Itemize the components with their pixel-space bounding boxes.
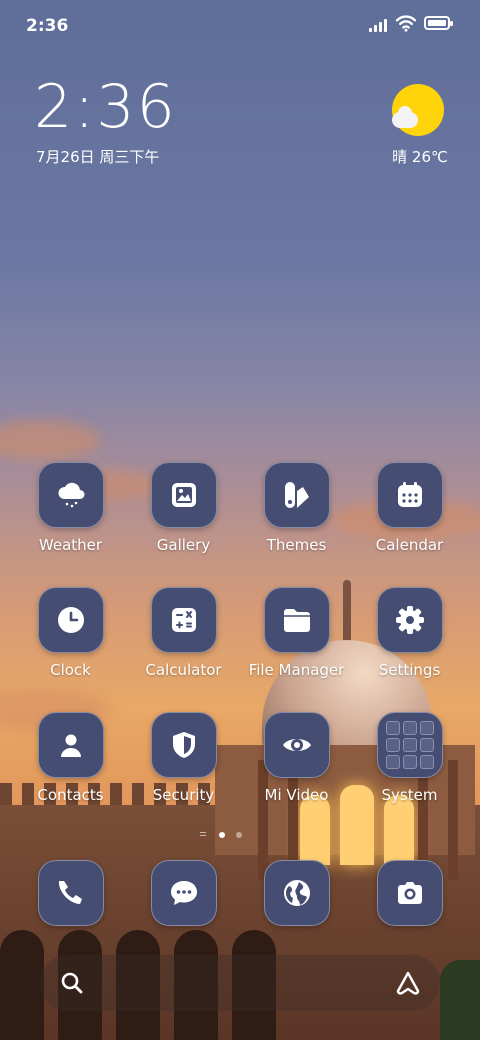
app-label: Calculator <box>145 661 222 679</box>
folder-grid-icon <box>386 721 434 769</box>
app-system-folder[interactable]: System <box>353 712 466 822</box>
status-bar: 2:36 <box>0 0 480 50</box>
app-label: Weather <box>38 536 103 554</box>
app-calendar[interactable]: Calendar <box>353 462 466 572</box>
app-label: Themes <box>266 536 327 554</box>
app-label: Calendar <box>375 536 444 554</box>
clock-icon <box>58 607 84 633</box>
search-icon[interactable] <box>60 971 84 995</box>
message-icon <box>171 881 197 905</box>
app-label: Mi Video <box>264 786 329 804</box>
page-dot <box>236 832 242 838</box>
phone-icon <box>58 881 82 904</box>
weather-icon <box>58 482 85 508</box>
app-weather[interactable]: Weather <box>14 462 127 572</box>
app-file-manager[interactable]: File Manager <box>240 587 353 697</box>
cloud-icon <box>392 106 418 128</box>
gallery-icon <box>172 483 196 507</box>
app-contacts[interactable]: Contacts <box>14 712 127 822</box>
app-settings[interactable]: Settings <box>353 587 466 697</box>
app-label: Gallery <box>156 536 211 554</box>
app-label: Clock <box>50 661 91 679</box>
status-time: 2:36 <box>26 16 69 36</box>
app-gallery[interactable]: Gallery <box>127 462 240 572</box>
app-label: Contacts <box>37 786 104 804</box>
dock-browser[interactable] <box>240 860 353 926</box>
eye-icon <box>283 739 311 751</box>
battery-icon <box>424 16 453 30</box>
weather-widget-text: 晴 26℃ <box>392 148 448 166</box>
clock-widget-time[interactable]: 2:36 <box>34 72 177 142</box>
app-mi-video[interactable]: Mi Video <box>240 712 353 822</box>
assistant-icon[interactable] <box>394 969 422 997</box>
person-icon <box>61 734 81 757</box>
folder-icon <box>284 609 310 632</box>
gear-icon <box>396 606 424 634</box>
dock-messages[interactable] <box>127 860 240 926</box>
dock-phone[interactable] <box>14 860 127 926</box>
feed-page-icon <box>200 832 206 838</box>
signal-icon <box>369 18 391 32</box>
app-security[interactable]: Security <box>127 712 240 822</box>
calendar-icon <box>398 482 422 507</box>
app-label: Settings <box>378 661 441 679</box>
wifi-icon <box>395 15 417 32</box>
app-label: Security <box>152 786 215 804</box>
battery-level <box>428 20 446 26</box>
search-bar[interactable] <box>40 955 440 1011</box>
globe-icon <box>284 880 310 906</box>
app-label: System <box>381 786 438 804</box>
app-clock[interactable]: Clock <box>14 587 127 697</box>
app-label: File Manager <box>248 661 345 679</box>
calculator-icon <box>172 608 196 632</box>
page-indicator[interactable] <box>200 831 280 841</box>
page-dot-active <box>219 832 225 838</box>
clock-widget-date[interactable]: 7月26日 周三下午 <box>36 146 159 167</box>
shield-icon <box>173 732 195 758</box>
app-calculator[interactable]: Calculator <box>127 587 240 697</box>
app-themes[interactable]: Themes <box>240 462 353 572</box>
dock-camera[interactable] <box>353 860 466 926</box>
themes-icon <box>285 482 309 508</box>
camera-icon <box>398 882 422 904</box>
